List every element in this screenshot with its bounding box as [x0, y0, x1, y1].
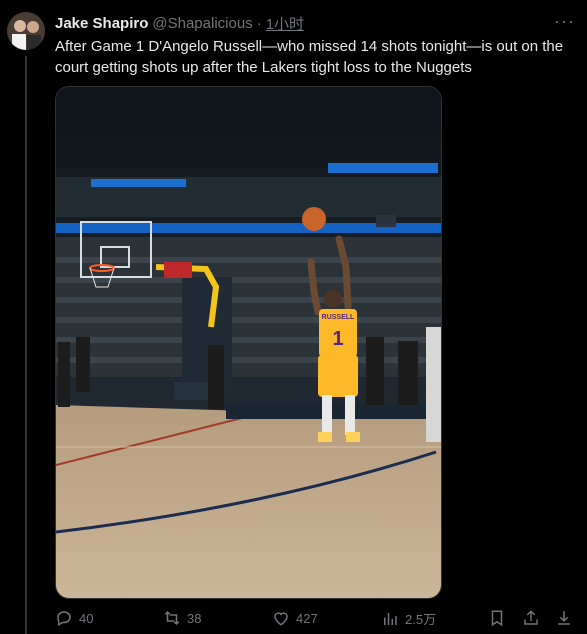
- tweet-actions: 40 38 427 2.5万: [55, 605, 575, 633]
- retweet-button[interactable]: 38: [163, 609, 201, 627]
- reply-button[interactable]: 40: [55, 609, 93, 627]
- jersey-name: RUSSELL: [322, 314, 355, 321]
- retweet-count: 38: [187, 610, 202, 626]
- thread-line: [25, 56, 27, 634]
- views-button[interactable]: 2.5万: [381, 609, 436, 628]
- reply-count: 40: [79, 610, 94, 626]
- views-icon: [384, 612, 397, 625]
- author-name[interactable]: Jake Shapiro: [55, 15, 148, 32]
- reply-icon: [57, 611, 71, 627]
- tweet-text: After Game 1 D'Angelo Russell—who missed…: [55, 38, 564, 76]
- download-icon: [558, 611, 570, 625]
- like-button[interactable]: 427: [272, 609, 318, 627]
- avatar[interactable]: [7, 12, 45, 50]
- more-dots-icon[interactable]: ···: [554, 11, 575, 32]
- timestamp[interactable]: 1小时: [266, 13, 304, 34]
- bookmark-button[interactable]: [488, 609, 512, 627]
- tweet-header: Jake Shapiro @Shapalicious · 1小时 ···: [55, 11, 575, 34]
- share-icon: [524, 610, 538, 625]
- author-handle[interactable]: @Shapalicious: [152, 15, 252, 32]
- download-button[interactable]: [555, 609, 579, 627]
- heart-icon: [274, 612, 288, 626]
- separator-dot: ·: [256, 14, 262, 32]
- like-count: 427: [296, 610, 318, 626]
- share-button[interactable]: [522, 609, 546, 627]
- retweet-icon: [164, 610, 180, 626]
- avatar-image: [7, 12, 45, 50]
- views-count: 2.5万: [405, 612, 437, 627]
- jersey-number: 1: [332, 328, 343, 350]
- court-photo: RUSSELL 1: [56, 87, 441, 598]
- tweet-media[interactable]: RUSSELL 1: [55, 86, 442, 599]
- bookmark-icon: [491, 610, 503, 627]
